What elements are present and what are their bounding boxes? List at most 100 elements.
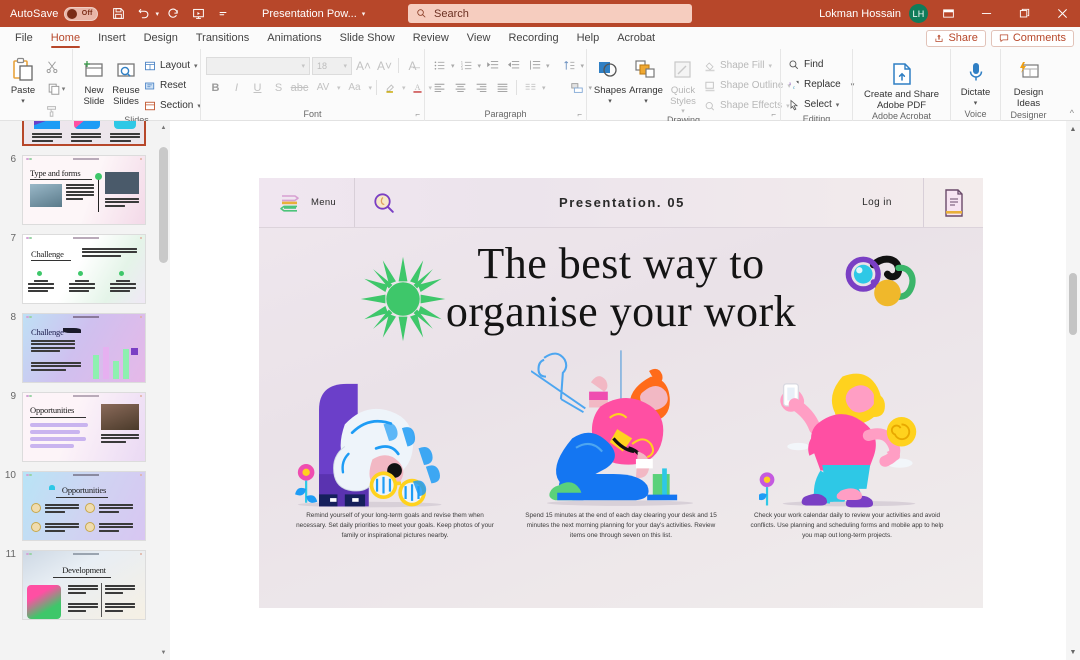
decrease-font-size-button[interactable]: A˅ (375, 56, 394, 75)
thumbnail-scroll-down-icon[interactable]: ▼ (157, 646, 170, 660)
character-spacing-button[interactable]: AV (311, 78, 335, 97)
new-slide-button[interactable]: NewSlide New Slide (78, 53, 110, 107)
thumbnail-item-7[interactable]: 7 Challenge (0, 229, 156, 308)
paste-dropdown-icon[interactable]: ▾ (21, 97, 25, 105)
more-options-icon[interactable] (212, 4, 234, 24)
highlight-dropdown-icon[interactable]: ▾ (402, 84, 406, 92)
redo-icon[interactable] (162, 4, 184, 24)
thumbnail-item-10[interactable]: 10 Opportunities (0, 466, 156, 545)
stage-scroll-down-icon[interactable]: ▼ (1066, 644, 1080, 660)
character-spacing-dropdown-icon[interactable]: ▾ (337, 84, 341, 92)
paragraph-dialog-launcher[interactable]: ⌐ (577, 110, 582, 119)
thumbnail-5[interactable]: The best way toorganise your work (22, 121, 146, 146)
tab-review[interactable]: Review (404, 27, 458, 49)
design-ideas-button[interactable]: DesignIdeas Design Ideas (1004, 55, 1054, 109)
text-direction-dropdown-icon[interactable]: ▾ (581, 62, 585, 70)
slide-title[interactable]: The best way to organise your work (259, 240, 983, 336)
autosave-control[interactable]: AutoSave Off (10, 7, 98, 21)
stage-scroll-up-icon[interactable]: ▲ (1066, 121, 1080, 137)
align-left-button[interactable] (430, 78, 449, 97)
thumbnail-8[interactable]: Challenge (22, 313, 146, 383)
tab-file[interactable]: File (6, 27, 42, 49)
reuse-slides-button[interactable]: ReuseSlides Reuse Slides (110, 53, 142, 107)
thumbnail-item-9[interactable]: 9 Opportunities (0, 387, 156, 466)
section-button[interactable]: Section ▾ (142, 96, 206, 115)
tab-animations[interactable]: Animations (258, 27, 330, 49)
thumbnail-6[interactable]: Type and forms (22, 155, 146, 225)
layout-dropdown-icon[interactable]: ▾ (194, 62, 198, 70)
thumbnail-10[interactable]: Opportunities (22, 471, 146, 541)
font-name-dropdown-icon[interactable]: ▾ (301, 62, 305, 70)
drawing-dialog-launcher[interactable]: ⌐ (771, 110, 776, 119)
text-direction-button[interactable] (560, 56, 579, 75)
text-highlight-color-button[interactable] (381, 78, 400, 97)
tab-transitions[interactable]: Transitions (187, 27, 258, 49)
dictate-dropdown-icon[interactable]: ▾ (974, 99, 978, 107)
tab-recording[interactable]: Recording (499, 27, 567, 49)
document-title-dropdown-icon[interactable]: ▾ (362, 10, 366, 18)
thumbnail-9[interactable]: Opportunities (22, 392, 146, 462)
undo-icon[interactable] (133, 4, 155, 24)
text-shadow-button[interactable]: S (269, 78, 288, 97)
tab-design[interactable]: Design (135, 27, 187, 49)
font-size-combo[interactable]: 18 ▾ (312, 57, 352, 75)
tab-help[interactable]: Help (568, 27, 609, 49)
copy-dropdown-icon[interactable]: ▾ (62, 85, 66, 93)
align-center-button[interactable] (451, 78, 470, 97)
decrease-indent-button[interactable] (483, 56, 502, 75)
underline-button[interactable]: U (248, 78, 267, 97)
align-text-button[interactable] (568, 78, 587, 97)
bold-button[interactable]: B (206, 78, 225, 97)
thumbnail-scrollbar-thumb[interactable] (159, 147, 168, 263)
paste-button[interactable]: Paste ▾ (5, 53, 41, 105)
close-button[interactable] (1044, 0, 1080, 27)
clear-formatting-button[interactable]: A̶ (403, 56, 422, 75)
thumbnail-panel-scrollbar[interactable]: ▲ ▼ (157, 121, 170, 660)
font-name-combo[interactable]: ▾ (206, 57, 310, 75)
thumbnail-item-11[interactable]: 11 Development (0, 545, 156, 624)
undo-dropdown-icon[interactable]: ▾ (156, 10, 160, 18)
columns-dropdown-icon[interactable]: ▾ (542, 84, 546, 92)
select-button[interactable]: Select ▾ (786, 95, 844, 114)
italic-button[interactable]: I (227, 78, 246, 97)
maximize-restore-button[interactable] (1006, 0, 1042, 27)
tab-home[interactable]: Home (42, 27, 89, 49)
columns-button[interactable] (521, 78, 540, 97)
slide-search-button[interactable] (355, 178, 413, 227)
comments-button[interactable]: Comments (991, 30, 1074, 47)
justify-button[interactable] (493, 78, 512, 97)
slide-menu-button[interactable]: Menu (259, 178, 355, 227)
tab-slide-show[interactable]: Slide Show (331, 27, 404, 49)
tab-insert[interactable]: Insert (89, 27, 135, 49)
cut-button[interactable] (41, 56, 62, 77)
tab-acrobat[interactable]: Acrobat (608, 27, 664, 49)
collapse-ribbon-button[interactable]: ^ (1070, 108, 1074, 118)
line-spacing-dropdown-icon[interactable]: ▾ (546, 62, 550, 70)
thumbnail-item-6[interactable]: 6 Type and forms (0, 150, 156, 229)
autosave-toggle[interactable]: Off (64, 7, 98, 21)
find-button[interactable]: Find (786, 55, 828, 74)
change-case-dropdown-icon[interactable]: ▾ (369, 84, 373, 92)
font-dialog-launcher[interactable]: ⌐ (415, 110, 420, 119)
select-dropdown-icon[interactable]: ▾ (836, 101, 840, 109)
current-slide[interactable]: Menu Presentation. 05 Log in (259, 178, 983, 608)
increase-indent-button[interactable] (504, 56, 523, 75)
shapes-button[interactable]: Shapes ▾ (592, 53, 628, 105)
copy-button[interactable]: ▾ (41, 78, 71, 99)
quick-styles-dropdown-icon[interactable]: ▾ (681, 107, 685, 115)
avatar[interactable]: LH (909, 4, 928, 23)
share-button[interactable]: Share (926, 30, 985, 47)
replace-button[interactable]: ac Replace ▾ (786, 75, 859, 94)
numbering-button[interactable]: 123 (457, 56, 476, 75)
thumbnail-item-5[interactable]: 5 The best way toorganise your work (0, 121, 156, 150)
stage-scrollbar-thumb[interactable] (1069, 273, 1077, 335)
thumbnail-7[interactable]: Challenge (22, 234, 146, 304)
line-spacing-button[interactable] (525, 56, 544, 75)
reset-button[interactable]: Reset (142, 76, 206, 95)
thumbnail-11[interactable]: Development (22, 550, 146, 620)
slide-login-button[interactable]: Log in (831, 178, 923, 227)
slide-stage[interactable]: Menu Presentation. 05 Log in (170, 121, 1066, 660)
shape-fill-dropdown-icon[interactable]: ▾ (768, 62, 772, 70)
minimize-button[interactable] (968, 0, 1004, 27)
thumbnail-item-8[interactable]: 8 Challenge (0, 308, 156, 387)
